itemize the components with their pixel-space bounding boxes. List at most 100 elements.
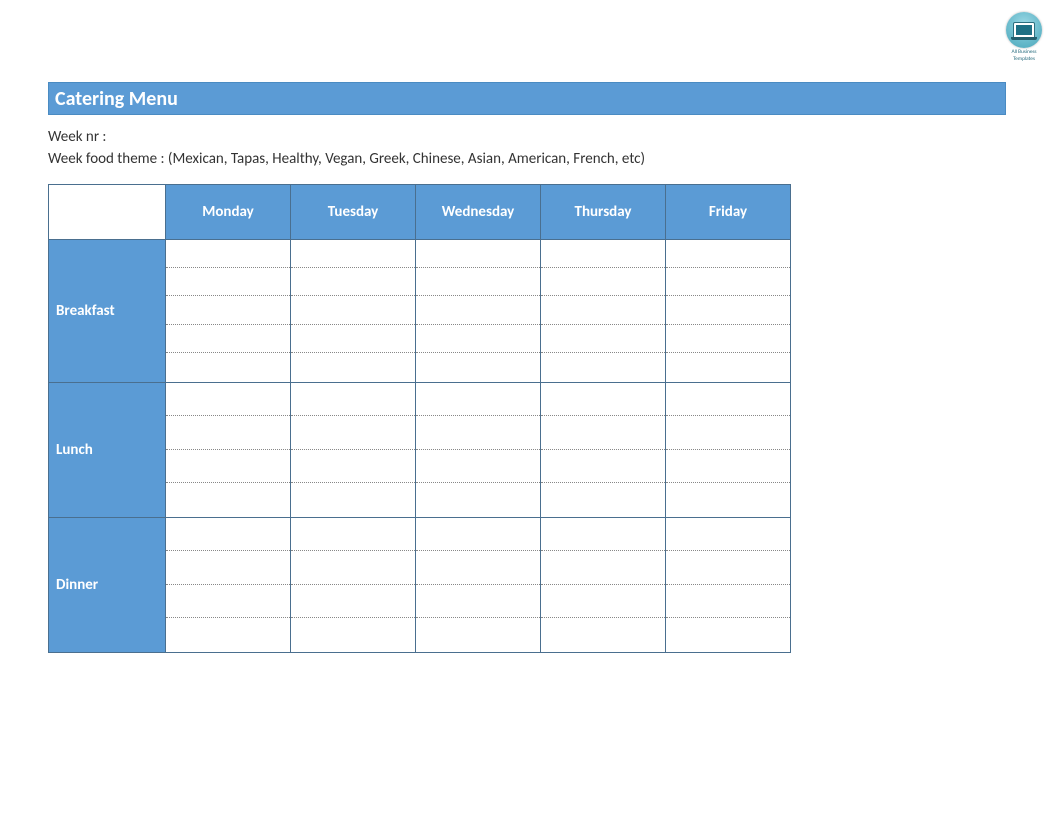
page-title: Catering Menu <box>55 87 178 111</box>
meal-row-lunch: Lunch <box>49 383 791 518</box>
slot-line <box>666 268 790 296</box>
slot-breakfast-friday <box>666 240 791 383</box>
slot-line <box>416 325 540 353</box>
slot-line <box>166 416 290 449</box>
slot-line <box>416 383 540 416</box>
slot-line <box>166 483 290 515</box>
slot-line <box>291 551 415 584</box>
slot-line <box>416 518 540 551</box>
meal-header-lunch: Lunch <box>49 383 166 518</box>
slot-line <box>416 240 540 268</box>
slot-line <box>541 551 665 584</box>
slot-line <box>666 585 790 618</box>
slot-line <box>166 618 290 650</box>
slot-dinner-monday <box>166 518 291 653</box>
watermark-circle <box>1006 12 1042 48</box>
menu-table-head: MondayTuesdayWednesdayThursdayFriday <box>49 185 791 240</box>
slot-line <box>666 416 790 449</box>
page-container: Catering Menu Week nr : Week food theme … <box>0 0 1056 693</box>
slot-line <box>666 353 790 380</box>
slot-lunch-wednesday <box>416 383 541 518</box>
week-theme-hint: (Mexican, Tapas, Healthy, Vegan, Greek, … <box>168 150 645 168</box>
slot-line <box>291 618 415 650</box>
slot-breakfast-monday <box>166 240 291 383</box>
slot-breakfast-wednesday <box>416 240 541 383</box>
menu-table-body: BreakfastLunchDinner <box>49 240 791 653</box>
slot-line <box>541 585 665 618</box>
menu-table: MondayTuesdayWednesdayThursdayFriday Bre… <box>48 184 791 653</box>
day-header-wednesday: Wednesday <box>416 185 541 240</box>
week-theme-label: Week food theme : <box>48 150 165 168</box>
slot-line <box>291 353 415 380</box>
header-row: MondayTuesdayWednesdayThursdayFriday <box>49 185 791 240</box>
slot-dinner-tuesday <box>291 518 416 653</box>
slot-line <box>291 325 415 353</box>
slot-line <box>166 353 290 380</box>
slot-line <box>416 268 540 296</box>
slot-line <box>416 483 540 515</box>
meal-row-dinner: Dinner <box>49 518 791 653</box>
slot-line <box>541 518 665 551</box>
slot-line <box>541 416 665 449</box>
watermark-text-2: Templates <box>1006 56 1042 62</box>
week-theme-row: Week food theme : (Mexican, Tapas, Healt… <box>48 149 1006 170</box>
slot-line <box>166 383 290 416</box>
day-header-thursday: Thursday <box>541 185 666 240</box>
meal-row-breakfast: Breakfast <box>49 240 791 383</box>
slot-breakfast-thursday <box>541 240 666 383</box>
slot-line <box>416 450 540 483</box>
slot-line <box>541 450 665 483</box>
slot-line <box>541 483 665 515</box>
slot-line <box>291 268 415 296</box>
slot-line <box>666 383 790 416</box>
slot-line <box>541 296 665 324</box>
slot-line <box>166 240 290 268</box>
slot-line <box>166 551 290 584</box>
slot-line <box>416 551 540 584</box>
slot-line <box>541 268 665 296</box>
corner-cell <box>49 185 166 240</box>
week-nr-row: Week nr : <box>48 127 1006 148</box>
slot-line <box>291 518 415 551</box>
slot-line <box>666 325 790 353</box>
slot-line <box>291 383 415 416</box>
slot-line <box>291 240 415 268</box>
meal-header-dinner: Dinner <box>49 518 166 653</box>
slot-line <box>666 450 790 483</box>
slot-line <box>416 618 540 650</box>
laptop-icon <box>1013 22 1035 38</box>
slot-line <box>416 353 540 380</box>
slot-line <box>666 518 790 551</box>
day-header-friday: Friday <box>666 185 791 240</box>
slot-line <box>291 416 415 449</box>
meal-header-breakfast: Breakfast <box>49 240 166 383</box>
slot-line <box>291 483 415 515</box>
slot-line <box>416 296 540 324</box>
slot-dinner-friday <box>666 518 791 653</box>
slot-line <box>666 551 790 584</box>
slot-lunch-tuesday <box>291 383 416 518</box>
slot-line <box>166 518 290 551</box>
slot-line <box>166 325 290 353</box>
slot-dinner-thursday <box>541 518 666 653</box>
slot-line <box>666 240 790 268</box>
slot-line <box>291 450 415 483</box>
slot-line <box>666 296 790 324</box>
slot-line <box>166 296 290 324</box>
slot-line <box>541 325 665 353</box>
slot-line <box>666 483 790 515</box>
slot-line <box>666 618 790 650</box>
slot-line <box>416 416 540 449</box>
slot-line <box>541 618 665 650</box>
slot-lunch-friday <box>666 383 791 518</box>
meta-block: Week nr : Week food theme : (Mexican, Ta… <box>48 127 1006 170</box>
slot-line <box>291 585 415 618</box>
title-bar: Catering Menu <box>48 82 1006 115</box>
slot-lunch-monday <box>166 383 291 518</box>
slot-line <box>541 240 665 268</box>
slot-line <box>541 353 665 380</box>
slot-line <box>541 383 665 416</box>
day-header-tuesday: Tuesday <box>291 185 416 240</box>
slot-lunch-thursday <box>541 383 666 518</box>
watermark-logo: All Business Templates <box>1006 12 1042 62</box>
